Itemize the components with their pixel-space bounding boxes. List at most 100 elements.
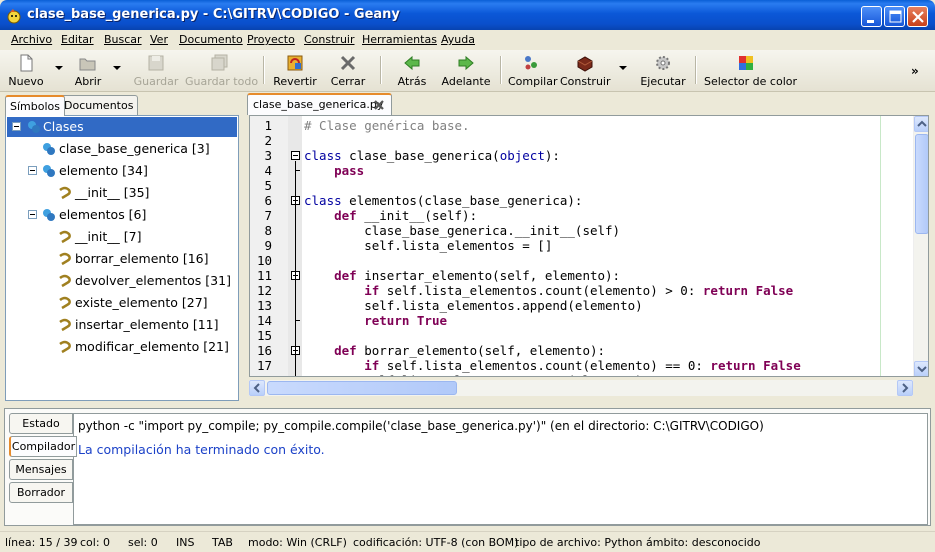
horizontal-scrollbar[interactable] <box>249 380 913 396</box>
menu-ayuda[interactable]: Ayuda <box>441 33 475 46</box>
title-bar[interactable]: clase_base_generica.py - C:\GITRV\CODIGO… <box>0 0 935 30</box>
method-icon <box>59 318 71 332</box>
tree-item-clases[interactable]: Clases <box>7 117 237 137</box>
tab-compilador[interactable]: Compilador <box>9 436 77 457</box>
menu-editar[interactable]: Editar <box>61 33 94 46</box>
toolbar-separator <box>380 56 381 84</box>
collapse-toggle-icon[interactable] <box>28 210 37 219</box>
menu-documento[interactable]: Documento <box>179 33 243 46</box>
message-panel: Estado Compilador Mensajes Borrador pyth… <box>4 408 931 526</box>
compile-button[interactable]: Compilar <box>508 52 557 90</box>
class-group-icon <box>28 121 40 133</box>
save-all-button-label: Guardar todo <box>185 75 259 88</box>
editor-tab[interactable]: clase_base_generica.py <box>247 93 392 115</box>
build-dropdown-arrow[interactable] <box>619 66 627 70</box>
compiler-output[interactable]: python -c "import py_compile; py_compile… <box>73 413 928 525</box>
revert-button-label: Revertir <box>273 75 317 88</box>
revert-button[interactable]: Revertir <box>272 52 318 90</box>
line-number: 7 <box>264 208 272 223</box>
line-number: 1 <box>264 118 272 133</box>
scroll-up-button[interactable] <box>914 116 928 132</box>
menu-construir[interactable]: Construir <box>304 33 355 46</box>
open-dropdown-arrow[interactable] <box>113 66 121 70</box>
collapse-toggle-icon[interactable] <box>12 122 21 131</box>
vertical-scrollbar[interactable] <box>913 116 928 376</box>
save-all-button[interactable]: Guardar todo <box>185 52 259 90</box>
class-icon <box>43 165 55 177</box>
code-line[interactable]: 1 # Clase genérica base. <box>250 118 928 133</box>
code-line[interactable]: 15 <box>250 328 928 343</box>
status-sel: sel: 0 <box>128 536 158 549</box>
open-button[interactable]: Abrir <box>70 52 106 90</box>
line-number: 10 <box>256 253 272 268</box>
code-line[interactable]: 3 class clase_base_generica(object): <box>250 148 928 163</box>
code-line[interactable]: 18 self.lista_elementos.remove(elemento) <box>250 373 928 376</box>
line-number: 18 <box>250 373 272 376</box>
save-button[interactable]: Guardar <box>133 52 179 90</box>
code-line[interactable]: 16 def borrar_elemento(self, elemento): <box>250 343 928 358</box>
code-line[interactable]: 2 <box>250 133 928 148</box>
tab-estado[interactable]: Estado <box>9 413 73 434</box>
code-line[interactable]: 11 def insertar_elemento(self, elemento)… <box>250 268 928 283</box>
minimize-button[interactable] <box>861 6 882 27</box>
code-line[interactable]: 4 pass <box>250 163 928 178</box>
menu-buscar[interactable]: Buscar <box>104 33 142 46</box>
code-line[interactable]: 13 self.lista_elementos.append(elemento) <box>250 298 928 313</box>
method-icon <box>59 186 71 200</box>
symbol-tree: Clases clase_base_generica [3] elemento … <box>5 115 239 401</box>
tab-borrador[interactable]: Borrador <box>9 482 73 503</box>
tree-item-label: devolver_elementos [31] <box>75 273 231 288</box>
close-tab-icon[interactable] <box>373 99 385 111</box>
tab-documentos[interactable]: Documentos <box>59 95 139 115</box>
scroll-left-button[interactable] <box>249 380 265 396</box>
code-line[interactable]: 6 class elementos(clase_base_generica): <box>250 193 928 208</box>
new-button[interactable]: Nuevo <box>4 52 48 90</box>
code-line[interactable]: 14 return True <box>250 313 928 328</box>
code-text: # Clase genérica base. <box>304 118 470 133</box>
toolbar-overflow-button[interactable]: » <box>911 64 919 78</box>
tree-item-label: existe_elemento [27] <box>75 295 208 310</box>
vertical-scroll-thumb[interactable] <box>915 134 928 234</box>
tab-simbolos[interactable]: Símbolos <box>5 95 65 116</box>
horizontal-scroll-thumb[interactable] <box>267 381 457 395</box>
build-button[interactable]: Construir <box>560 52 611 90</box>
new-dropdown-arrow[interactable] <box>55 66 63 70</box>
code-line[interactable]: 10 <box>250 253 928 268</box>
close-button[interactable] <box>907 6 928 27</box>
menu-archivo[interactable]: Archivo <box>11 33 52 46</box>
save-all-icon <box>211 54 228 71</box>
code-token: ): <box>544 148 560 163</box>
code-line[interactable]: 7 def __init__(self): <box>250 208 928 223</box>
maximize-button[interactable] <box>884 6 905 27</box>
tree-item-label: elemento [34] <box>59 163 148 178</box>
code-token: def <box>334 343 357 358</box>
code-token: borrar_elemento(self, elemento): <box>356 343 606 358</box>
code-line[interactable]: 5 <box>250 178 928 193</box>
close-file-icon <box>340 55 356 71</box>
execute-button[interactable]: Ejecutar <box>639 52 687 90</box>
collapse-toggle-icon[interactable] <box>28 166 37 175</box>
menu-proyecto[interactable]: Proyecto <box>247 33 295 46</box>
forward-button[interactable]: Adelante <box>441 52 491 90</box>
menu-herramientas[interactable]: Herramientas <box>362 33 437 46</box>
code-text: class elementos(clase_base_generica): <box>304 193 582 208</box>
color-picker-button[interactable]: Selector de color <box>704 52 797 90</box>
code-line[interactable]: 8 clase_base_generica.__init__(self) <box>250 223 928 238</box>
tab-mensajes[interactable]: Mensajes <box>9 459 73 480</box>
code-line[interactable]: 17 if self.lista_elementos.count(element… <box>250 358 928 373</box>
close-file-button[interactable]: Cerrar <box>328 52 368 90</box>
line-number: 14 <box>256 313 272 328</box>
code-line[interactable]: 9 self.lista_elementos = [] <box>250 238 928 253</box>
line-number: 13 <box>256 298 272 313</box>
scroll-down-button[interactable] <box>914 361 928 376</box>
chevron-right-icon <box>902 383 909 393</box>
code-line[interactable]: 12 if self.lista_elementos.count(element… <box>250 283 928 298</box>
back-button[interactable]: Atrás <box>392 52 432 90</box>
menu-ver[interactable]: Ver <box>150 33 168 46</box>
code-text: self.lista_elementos = [] <box>304 238 552 253</box>
code-token: return False <box>710 358 801 373</box>
scroll-right-button[interactable] <box>897 380 913 396</box>
arrow-left-icon <box>404 55 420 71</box>
code-editor[interactable]: 1 # Clase genérica base. 2 3 class clase_bas… <box>249 115 929 377</box>
code-text: def __init__(self): <box>304 208 477 223</box>
